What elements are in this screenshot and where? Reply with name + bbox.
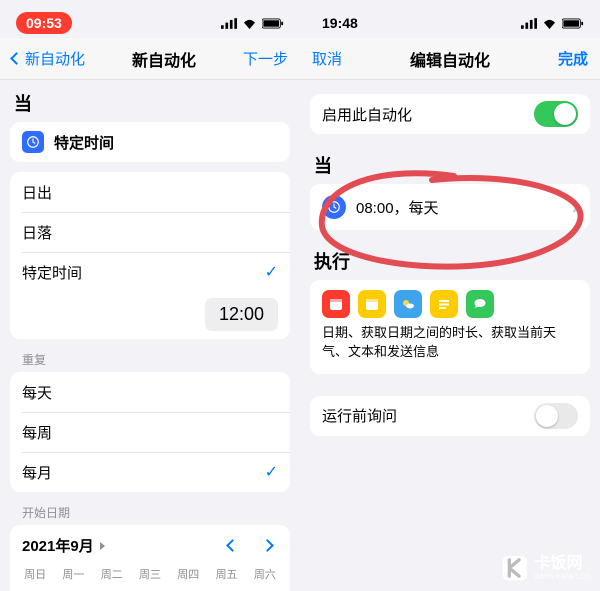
nav-back-button[interactable]: 新自动化 <box>12 48 85 69</box>
weather-icon <box>394 290 422 318</box>
watermark-brand: 卡饭网 <box>534 556 590 572</box>
calendar-day[interactable]: 2 <box>169 586 207 591</box>
time-picker[interactable]: 12:00 <box>205 298 278 331</box>
when-header: 当 <box>300 134 600 184</box>
battery-icon <box>262 18 284 29</box>
calendar-day[interactable]: 3 <box>207 586 245 591</box>
calendar-next-button[interactable] <box>261 539 274 552</box>
watermark-url: www.kafan.cn <box>534 572 590 581</box>
calendar-day[interactable]: 1 <box>131 586 169 591</box>
when-time-label: 08:00，每天 <box>356 197 570 218</box>
clock-icon <box>322 195 346 219</box>
nav-bar-right: 取消 编辑自动化 完成 <box>300 38 600 80</box>
status-indicators <box>221 18 284 29</box>
specific-time-label: 特定时间 <box>54 132 278 153</box>
enable-automation-card: 启用此自动化 <box>310 94 590 134</box>
repeat-daily-row[interactable]: 每天 <box>10 372 290 412</box>
calendar2-icon <box>358 290 386 318</box>
nav-bar-left: 新自动化 新自动化 下一步 <box>0 38 300 80</box>
triangle-right-icon <box>100 542 105 550</box>
actions-description: 日期、获取日期之间的时长、获取当前天气、文本和发送信息 <box>310 324 590 374</box>
weekday-label: 周四 <box>169 562 207 586</box>
status-time: 19:48 <box>316 15 358 31</box>
clock-icon <box>22 131 44 153</box>
calendar-day[interactable] <box>93 586 131 591</box>
calendar-grid: 周日 周一 周二 周三 周四 周五 周六 1 2 3 4 <box>10 562 290 591</box>
calendar-day[interactable] <box>16 586 54 591</box>
left-phone: 09:53 新自动化 新自动化 下一步 当 <box>0 0 300 591</box>
repeat-monthly-row[interactable]: 每月 ✓ <box>10 452 290 492</box>
when-header: 当 <box>0 80 300 122</box>
weekday-label: 周六 <box>246 562 284 586</box>
kafan-logo-icon <box>502 555 528 581</box>
calendar-icon <box>322 290 350 318</box>
signal-icon <box>521 18 537 29</box>
weekday-label: 周日 <box>16 562 54 586</box>
nav-done-button[interactable]: 完成 <box>558 48 588 69</box>
nav-title: 新自动化 <box>132 47 196 71</box>
enable-toggle[interactable] <box>534 101 578 127</box>
enable-automation-row: 启用此自动化 <box>310 94 590 134</box>
calendar-prev-button[interactable] <box>226 539 239 552</box>
when-time-row[interactable]: 08:00，每天 <box>310 184 590 230</box>
do-header: 执行 <box>300 230 600 280</box>
right-phone: 19:48 取消 编辑自动化 完成 启用此自动化 <box>300 0 600 591</box>
watermark: 卡饭网 www.kafan.cn <box>502 555 590 581</box>
nav-cancel-button[interactable]: 取消 <box>312 48 342 69</box>
specific-time-selected-row[interactable]: 特定时间 <box>10 122 290 162</box>
battery-icon <box>562 18 584 29</box>
time-of-day-card: 特定时间 <box>10 122 290 162</box>
calendar-month-button[interactable]: 2021年9月 <box>22 535 105 556</box>
when-card: 08:00，每天 <box>310 184 590 230</box>
sunrise-row[interactable]: 日出 <box>10 172 290 212</box>
ask-before-row: 运行前询问 <box>310 396 590 436</box>
weekday-label: 周五 <box>207 562 245 586</box>
weekday-label: 周一 <box>54 562 92 586</box>
ask-before-toggle[interactable] <box>534 403 578 429</box>
status-bar-right: 19:48 <box>300 0 600 38</box>
wifi-icon <box>542 18 557 29</box>
wifi-icon <box>242 18 257 29</box>
chevron-left-icon <box>10 52 23 65</box>
calendar-day[interactable]: 4 <box>246 586 284 591</box>
status-indicators <box>521 18 584 29</box>
text-icon <box>430 290 458 318</box>
status-time-recording: 09:53 <box>16 12 72 34</box>
time-picker-row: 12:00 <box>10 292 290 339</box>
weekday-label: 周二 <box>93 562 131 586</box>
sunset-row[interactable]: 日落 <box>10 212 290 252</box>
action-icons-row <box>310 280 590 324</box>
time-options-card: 日出 日落 特定时间 ✓ 12:00 <box>10 172 290 339</box>
specific-time-row[interactable]: 特定时间 ✓ <box>10 252 290 292</box>
repeat-weekly-row[interactable]: 每周 <box>10 412 290 452</box>
actions-card[interactable]: 日期、获取日期之间的时长、获取当前天气、文本和发送信息 <box>310 280 590 374</box>
checkmark-icon: ✓ <box>265 262 278 282</box>
chevron-right-icon <box>568 201 579 212</box>
calendar-day[interactable] <box>54 586 92 591</box>
repeat-header: 重复 <box>0 339 300 372</box>
messages-icon <box>466 290 494 318</box>
nav-title: 编辑自动化 <box>410 47 490 71</box>
start-date-header: 开始日期 <box>0 492 300 525</box>
checkmark-icon: ✓ <box>265 462 278 482</box>
repeat-card: 每天 每周 每月 ✓ <box>10 372 290 492</box>
weekday-label: 周三 <box>131 562 169 586</box>
nav-next-button[interactable]: 下一步 <box>243 48 288 69</box>
status-bar-left: 09:53 <box>0 0 300 38</box>
calendar-card: 2021年9月 周日 周一 周二 周三 周四 周五 周六 <box>10 525 290 591</box>
ask-before-card: 运行前询问 <box>310 396 590 436</box>
signal-icon <box>221 18 237 29</box>
